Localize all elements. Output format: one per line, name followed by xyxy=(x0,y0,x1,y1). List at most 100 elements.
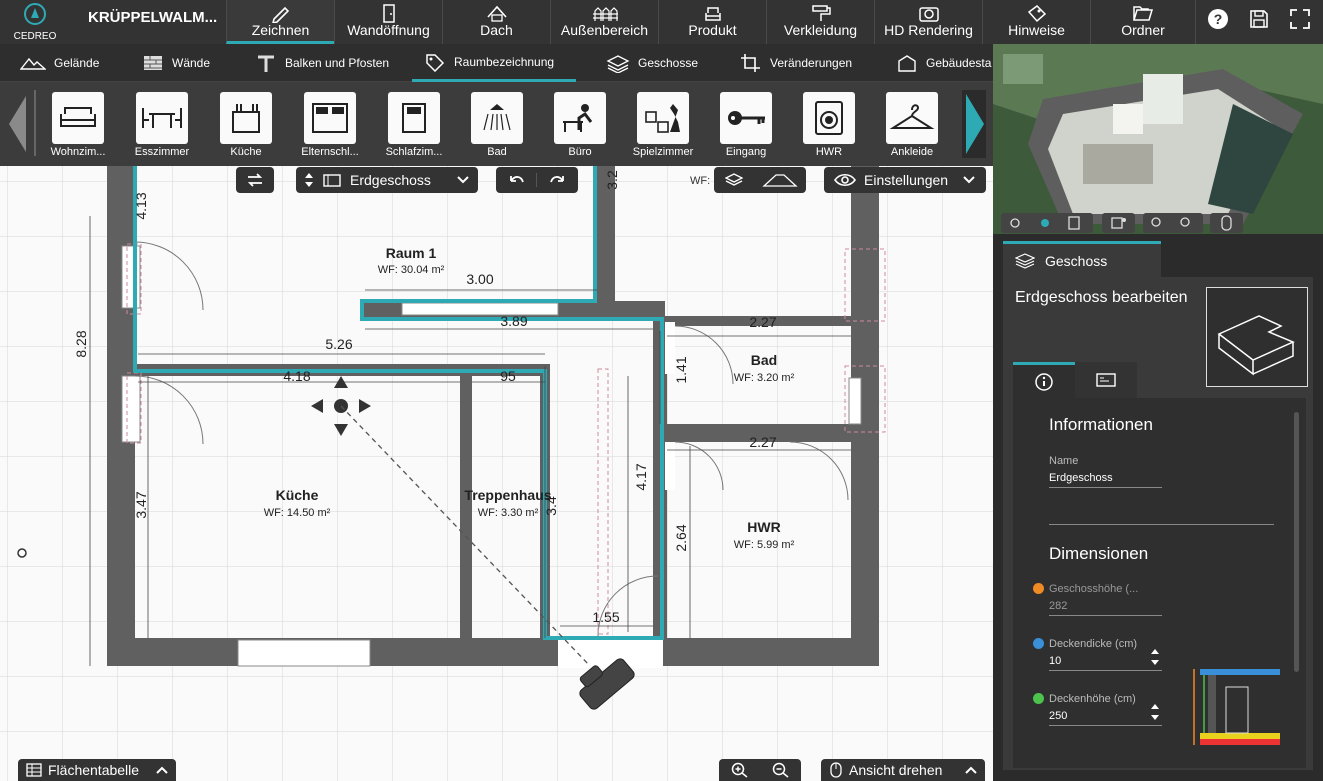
room-area: WF: 5.99 m² xyxy=(734,539,795,551)
subtab-label: Geschosse xyxy=(638,56,699,70)
category-spielzimmer[interactable]: Spielzimmer xyxy=(623,92,703,158)
layers-view-button[interactable] xyxy=(714,172,754,188)
floor-section-diagram xyxy=(1193,669,1280,745)
ceiling-height-color-dot xyxy=(1033,693,1044,704)
tab-hd-rendering[interactable]: HD Rendering xyxy=(874,0,982,44)
tab-hinweise[interactable]: Hinweise xyxy=(982,0,1090,44)
info-heading: Informationen xyxy=(1049,415,1153,434)
settings-label: Einstellungen xyxy=(864,172,949,188)
wf-label-fragment: WF: xyxy=(690,175,711,187)
floor-plan-canvas[interactable]: 4.13 3.00 3.89 2.27 5.26 8.28 4.18 95 1.… xyxy=(0,166,993,781)
category-bad[interactable]: Bad xyxy=(457,92,537,158)
chevron-down-icon xyxy=(963,176,975,184)
sort-icon xyxy=(305,173,313,187)
panel-scrollbar[interactable] xyxy=(1294,412,1299,672)
tab-verkleidung[interactable]: Verkleidung xyxy=(766,0,874,44)
subtab-raumbezeichnung[interactable]: Raumbezeichnung xyxy=(412,44,576,82)
category-eingang[interactable]: Eingang xyxy=(706,92,786,158)
floor-select-label: Erdgeschoss xyxy=(350,172,431,188)
subtab-balken[interactable]: Balken und Pfosten xyxy=(243,44,401,82)
undo-redo-group xyxy=(496,167,578,193)
settings-button[interactable]: Einstellungen xyxy=(824,167,986,193)
rotate-view-button[interactable]: Ansicht drehen xyxy=(821,759,985,781)
person-view-icon[interactable] xyxy=(1010,218,1020,228)
tab-ordner[interactable]: Ordner xyxy=(1090,0,1196,44)
tab-label: HD Rendering xyxy=(884,22,973,38)
panel-tab-geschoss[interactable]: Geschoss xyxy=(1003,241,1161,277)
logo-icon: CEDREO xyxy=(14,3,57,42)
category-schlafzimmer[interactable]: Schlafzim... xyxy=(374,92,454,158)
zoom-in-icon[interactable] xyxy=(1151,217,1161,227)
undo-button[interactable] xyxy=(496,173,537,187)
redo-button[interactable] xyxy=(537,173,578,187)
tab-zeichnen[interactable]: Zeichnen xyxy=(226,0,334,44)
room-name[interactable]: Bad xyxy=(751,352,777,368)
zoom-out-icon[interactable] xyxy=(1180,217,1190,227)
roof-view-button[interactable] xyxy=(754,172,806,188)
help-button[interactable]: ? xyxy=(1207,8,1229,30)
info-tab[interactable] xyxy=(1013,362,1075,398)
name-field[interactable]: Erdgeschoss xyxy=(1049,472,1162,488)
camera-settings-button[interactable] xyxy=(1102,213,1135,233)
area-table-button[interactable]: Flächentabelle xyxy=(18,759,176,781)
stepper-icon[interactable] xyxy=(1150,703,1160,721)
orbit-view-icon[interactable] xyxy=(1041,219,1049,227)
chevron-up-icon xyxy=(965,766,977,774)
subtab-gelaende[interactable]: Gelände xyxy=(8,44,111,82)
subtab-gebaeudestatus[interactable]: Gebäudesta xyxy=(884,44,1003,82)
category-esszimmer[interactable]: Esszimmer xyxy=(122,92,202,158)
slab-thickness-field[interactable]: 10 xyxy=(1049,655,1162,671)
category-wohnzimmer[interactable]: Wohnzim... xyxy=(38,92,118,158)
table-icon xyxy=(26,763,42,777)
zoom-out-button[interactable] xyxy=(760,762,801,778)
tab-produkt[interactable]: Produkt xyxy=(658,0,766,44)
panel-tab-label: Geschoss xyxy=(1045,252,1108,269)
dimension-label: 4.18 xyxy=(283,368,310,384)
category-kueche[interactable]: Küche xyxy=(206,92,286,158)
chevron-down-icon xyxy=(457,176,469,184)
swap-button[interactable] xyxy=(236,167,274,193)
scroll-right-arrow-icon[interactable] xyxy=(962,90,986,158)
3d-preview[interactable] xyxy=(993,44,1323,234)
room-name[interactable]: HWR xyxy=(747,519,780,535)
floor-select[interactable]: Erdgeschoss xyxy=(296,167,478,193)
dim-heading: Dimensionen xyxy=(1049,544,1149,563)
category-label: Ankleide xyxy=(890,146,934,158)
floor-plan-svg[interactable]: 4.13 3.00 3.89 2.27 5.26 8.28 4.18 95 1.… xyxy=(0,166,993,781)
room-name[interactable]: Küche xyxy=(276,487,319,503)
subtab-waende[interactable]: Wände xyxy=(130,44,222,82)
subtab-geschosse[interactable]: Geschosse xyxy=(594,44,710,82)
fence-icon xyxy=(592,7,618,21)
category-hwr[interactable]: HWR xyxy=(789,92,869,158)
category-elternschlafzimmer[interactable]: Elternschl... xyxy=(290,92,370,158)
fullscreen-button[interactable] xyxy=(1289,8,1311,30)
room-name[interactable]: Treppenhaus xyxy=(464,487,551,503)
tab-label: Zeichnen xyxy=(251,22,310,38)
zoom-in-button[interactable] xyxy=(719,762,760,778)
surface-tab[interactable] xyxy=(1075,362,1137,398)
tab-aussenbereich[interactable]: Außenbereich xyxy=(550,0,658,44)
mouse-icon xyxy=(1221,215,1232,231)
key-icon xyxy=(728,111,765,125)
dimension-label: 1.55 xyxy=(592,609,619,625)
cedreo-logo[interactable]: CEDREO xyxy=(0,0,70,44)
category-ankleide[interactable]: Ankleide xyxy=(872,92,952,158)
category-buero[interactable]: Büro xyxy=(540,92,620,158)
project-name[interactable]: KRÜPPELWALM... xyxy=(88,9,217,26)
ceiling-height-field[interactable]: 250 xyxy=(1049,710,1162,726)
info-icon xyxy=(1035,372,1053,391)
subtab-label: Wände xyxy=(172,56,211,70)
scroll-left-arrow-icon[interactable] xyxy=(6,94,28,154)
save-button[interactable] xyxy=(1248,8,1270,30)
layers-icon xyxy=(725,173,743,186)
dimension-label: 3.00 xyxy=(466,271,493,287)
brick-wall-icon xyxy=(144,56,162,70)
tab-dach[interactable]: Dach xyxy=(442,0,550,44)
hanger-icon xyxy=(889,104,935,129)
room-name[interactable]: Raum 1 xyxy=(386,245,437,261)
plan-view-icon[interactable] xyxy=(1068,216,1080,230)
preview-mouse-button[interactable] xyxy=(1210,213,1243,233)
tab-wandoeffnung[interactable]: Wandöffnung xyxy=(334,0,442,44)
stepper-icon[interactable] xyxy=(1150,648,1160,666)
subtab-veraenderungen[interactable]: Veränderungen xyxy=(728,44,864,82)
